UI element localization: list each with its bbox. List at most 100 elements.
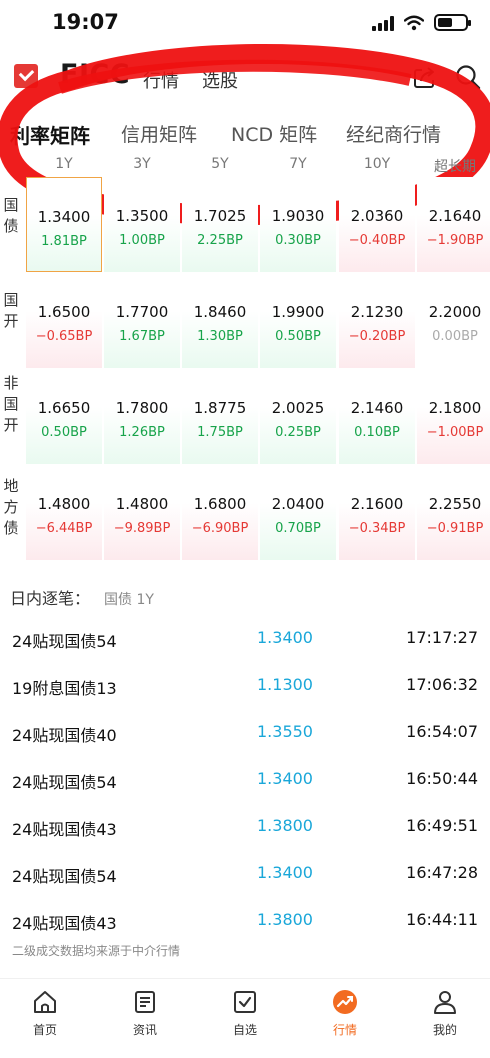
cell-rate: 1.6650 bbox=[37, 399, 91, 417]
matrix-cell[interactable]: 2.0360 −0.40BP bbox=[339, 177, 415, 272]
cell-bp-change: −0.40BP bbox=[348, 233, 406, 248]
matrix-cell[interactable]: 1.7800 1.26BP bbox=[104, 369, 180, 464]
trade-price: 1.3400 bbox=[257, 863, 313, 882]
cell-rate: 1.6800 bbox=[193, 495, 247, 513]
matrix-cell[interactable]: 2.1600 −0.34BP bbox=[339, 465, 415, 560]
cell-bp-change: −0.20BP bbox=[348, 329, 406, 344]
news-icon bbox=[135, 991, 155, 1013]
nav-link-market[interactable]: 行情 bbox=[143, 67, 179, 93]
matrix-cell[interactable]: 1.3500 1.00BP bbox=[104, 177, 180, 272]
trade-row[interactable]: 24贴现国债54 1.3400 17:17:27 bbox=[0, 628, 490, 674]
cell-bp-change: 2.25BP bbox=[197, 233, 243, 248]
matrix-cell[interactable]: 1.4800 −6.44BP bbox=[26, 465, 102, 560]
battery-icon bbox=[434, 14, 471, 31]
matrix-cell[interactable]: 1.6650 0.50BP bbox=[26, 369, 102, 464]
cell-rate: 1.9900 bbox=[271, 303, 325, 321]
matrix-cell[interactable]: 1.9900 0.50BP bbox=[260, 273, 336, 368]
bottom-nav-profile[interactable]: 我的 bbox=[410, 989, 480, 1038]
market-icon bbox=[333, 990, 357, 1014]
matrix-col-header[interactable]: 10Y bbox=[339, 156, 415, 172]
bottom-nav: 首页 资讯 自选 行情 我的 bbox=[0, 978, 490, 1058]
cell-bp-change: −6.90BP bbox=[191, 521, 249, 536]
cell-rate: 1.8460 bbox=[193, 303, 247, 321]
tab-rate-matrix[interactable]: 利率矩阵 bbox=[10, 120, 90, 149]
matrix-cell[interactable]: 2.2550 −0.91BP bbox=[417, 465, 490, 560]
cell-rate: 1.7700 bbox=[115, 303, 169, 321]
trade-time: 17:17:27 bbox=[406, 628, 478, 647]
cellular-signal-icon bbox=[372, 15, 394, 31]
cell-bp-change: 0.50BP bbox=[275, 329, 321, 344]
matrix-row-label: 开 bbox=[3, 416, 19, 434]
tab-ncd-matrix[interactable]: NCD 矩阵 bbox=[231, 120, 317, 147]
matrix-row-label: 地 bbox=[3, 477, 19, 495]
matrix-cell[interactable]: 1.7025 2.25BP bbox=[182, 177, 258, 272]
matrix-cell[interactable]: 1.3400 1.81BP bbox=[26, 177, 102, 272]
matrix-col-header[interactable]: 5Y bbox=[182, 156, 258, 172]
trade-time: 16:49:51 bbox=[406, 816, 478, 835]
home-icon bbox=[34, 991, 56, 1013]
matrix-cell[interactable]: 1.4800 −9.89BP bbox=[104, 465, 180, 560]
matrix-cell[interactable]: 2.1460 0.10BP bbox=[339, 369, 415, 464]
cell-bp-change: 1.00BP bbox=[119, 233, 165, 248]
trade-row[interactable]: 24贴现国债40 1.3550 16:54:07 bbox=[0, 722, 490, 768]
cell-rate: 1.3400 bbox=[37, 208, 91, 226]
matrix-row-label: 国 bbox=[3, 395, 19, 413]
status-icons bbox=[372, 14, 471, 31]
bottom-nav-market[interactable]: 行情 bbox=[310, 989, 380, 1038]
cell-bp-change: 0.70BP bbox=[275, 521, 321, 536]
bottom-nav-news[interactable]: 资讯 bbox=[110, 989, 180, 1038]
trades-subtitle: 国债 1Y bbox=[104, 592, 154, 608]
trade-name: 24贴现国债54 bbox=[12, 773, 117, 792]
matrix-cell[interactable]: 1.8775 1.75BP bbox=[182, 369, 258, 464]
tab-broker-quotes[interactable]: 经纪商行情 bbox=[346, 120, 441, 147]
trade-price: 1.3800 bbox=[257, 910, 313, 929]
cell-rate: 2.1230 bbox=[350, 303, 404, 321]
matrix-cell[interactable]: 1.7700 1.67BP bbox=[104, 273, 180, 368]
watchlist-icon bbox=[234, 991, 256, 1013]
matrix-cell[interactable]: 1.6800 −6.90BP bbox=[182, 465, 258, 560]
search-icon[interactable] bbox=[454, 63, 482, 91]
matrix-col-header[interactable]: 3Y bbox=[104, 156, 180, 172]
trade-row[interactable]: 19附息国债13 1.1300 17:06:32 bbox=[0, 675, 490, 721]
trade-row[interactable]: 24贴现国债54 1.3400 16:47:28 bbox=[0, 863, 490, 909]
trade-name: 24贴现国债54 bbox=[12, 632, 117, 651]
cell-bp-change: 0.30BP bbox=[275, 233, 321, 248]
trade-time: 16:44:11 bbox=[406, 910, 478, 929]
cell-rate: 1.6500 bbox=[37, 303, 91, 321]
matrix-cell[interactable]: 2.0025 0.25BP bbox=[260, 369, 336, 464]
bottom-nav-home[interactable]: 首页 bbox=[10, 989, 80, 1038]
cell-bp-change: 1.26BP bbox=[119, 425, 165, 440]
matrix-cell[interactable]: 1.9030 0.30BP bbox=[260, 177, 336, 272]
share-icon[interactable] bbox=[412, 64, 438, 90]
matrix-cell[interactable]: 2.1230 −0.20BP bbox=[339, 273, 415, 368]
trade-row[interactable]: 24贴现国债54 1.3400 16:50:44 bbox=[0, 769, 490, 815]
tab-credit-matrix[interactable]: 信用矩阵 bbox=[121, 120, 197, 147]
matrix-row-label: 非 bbox=[3, 374, 19, 392]
matrix-col-header[interactable]: 1Y bbox=[26, 156, 102, 172]
cell-rate: 2.0025 bbox=[271, 399, 325, 417]
matrix-col-header[interactable]: 超长期 bbox=[417, 156, 490, 176]
matrix-cell[interactable]: 2.0400 0.70BP bbox=[260, 465, 336, 560]
matrix-col-header[interactable]: 7Y bbox=[260, 156, 336, 172]
cell-bp-change: 0.25BP bbox=[275, 425, 321, 440]
cell-rate: 1.4800 bbox=[37, 495, 91, 513]
matrix-cell[interactable]: 2.1800 −1.00BP bbox=[417, 369, 490, 464]
cell-bp-change: 0.00BP bbox=[432, 329, 478, 344]
trade-name: 19附息国债13 bbox=[12, 679, 117, 698]
trade-price: 1.3800 bbox=[257, 816, 313, 835]
matrix-cell[interactable]: 2.2000 0.00BP bbox=[417, 273, 490, 368]
bottom-nav-watchlist[interactable]: 自选 bbox=[210, 989, 280, 1038]
trades-header: 日内逐笔： 国债 1Y bbox=[10, 585, 154, 609]
matrix-cell[interactable]: 2.1640 −1.90BP bbox=[417, 177, 490, 272]
cell-rate: 2.0400 bbox=[271, 495, 325, 513]
cell-rate: 1.9030 bbox=[271, 207, 325, 225]
matrix-cell[interactable]: 1.6500 −0.65BP bbox=[26, 273, 102, 368]
app-title: FICC bbox=[60, 59, 131, 90]
wifi-icon bbox=[404, 15, 424, 30]
status-time: 19:07 bbox=[52, 10, 119, 34]
cell-rate: 2.1600 bbox=[350, 495, 404, 513]
trade-row[interactable]: 24贴现国债43 1.3800 16:49:51 bbox=[0, 816, 490, 862]
cell-bp-change: −1.90BP bbox=[426, 233, 484, 248]
nav-link-screener[interactable]: 选股 bbox=[202, 67, 238, 93]
matrix-cell[interactable]: 1.8460 1.30BP bbox=[182, 273, 258, 368]
